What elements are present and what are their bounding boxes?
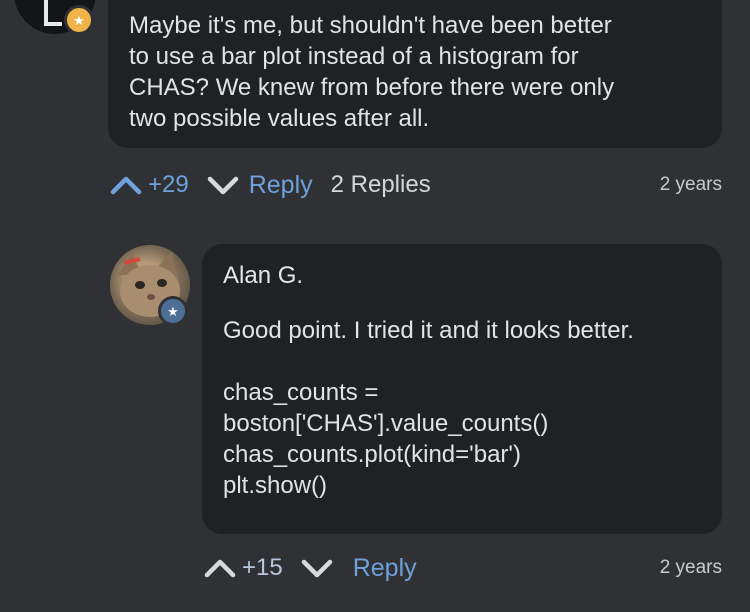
reply-bubble: Alan G. Good point. I tried it and it lo…: [202, 244, 722, 534]
vote-count: +29: [148, 171, 189, 198]
downvote-arrow-icon[interactable]: [205, 170, 241, 200]
reply-actions: +15 Reply 2 years: [202, 551, 722, 585]
reply-button[interactable]: Reply: [353, 554, 417, 583]
vote-count: +15: [242, 554, 283, 581]
star-badge-icon: ★: [158, 296, 188, 326]
reply-button[interactable]: Reply: [249, 171, 313, 200]
avatar-glyph: [44, 0, 62, 26]
star-badge-icon: ★: [64, 5, 94, 35]
reply-body: Good point. I tried it and it looks bett…: [223, 317, 634, 499]
replies-link[interactable]: 2 Replies: [331, 171, 431, 199]
comment-actions: +29 Reply 2 Replies 2 years: [108, 168, 722, 202]
timestamp: 2 years: [659, 174, 722, 195]
upvote-arrow-icon[interactable]: [202, 553, 238, 583]
author-name[interactable]: Alan G.: [223, 260, 702, 291]
upvote-arrow-icon[interactable]: [108, 170, 144, 200]
comment-bubble: Maybe it's me, but shouldn't have been b…: [108, 0, 722, 148]
downvote-arrow-icon[interactable]: [299, 553, 335, 583]
timestamp: 2 years: [659, 557, 722, 578]
comment-body: Maybe it's me, but shouldn't have been b…: [129, 12, 615, 132]
